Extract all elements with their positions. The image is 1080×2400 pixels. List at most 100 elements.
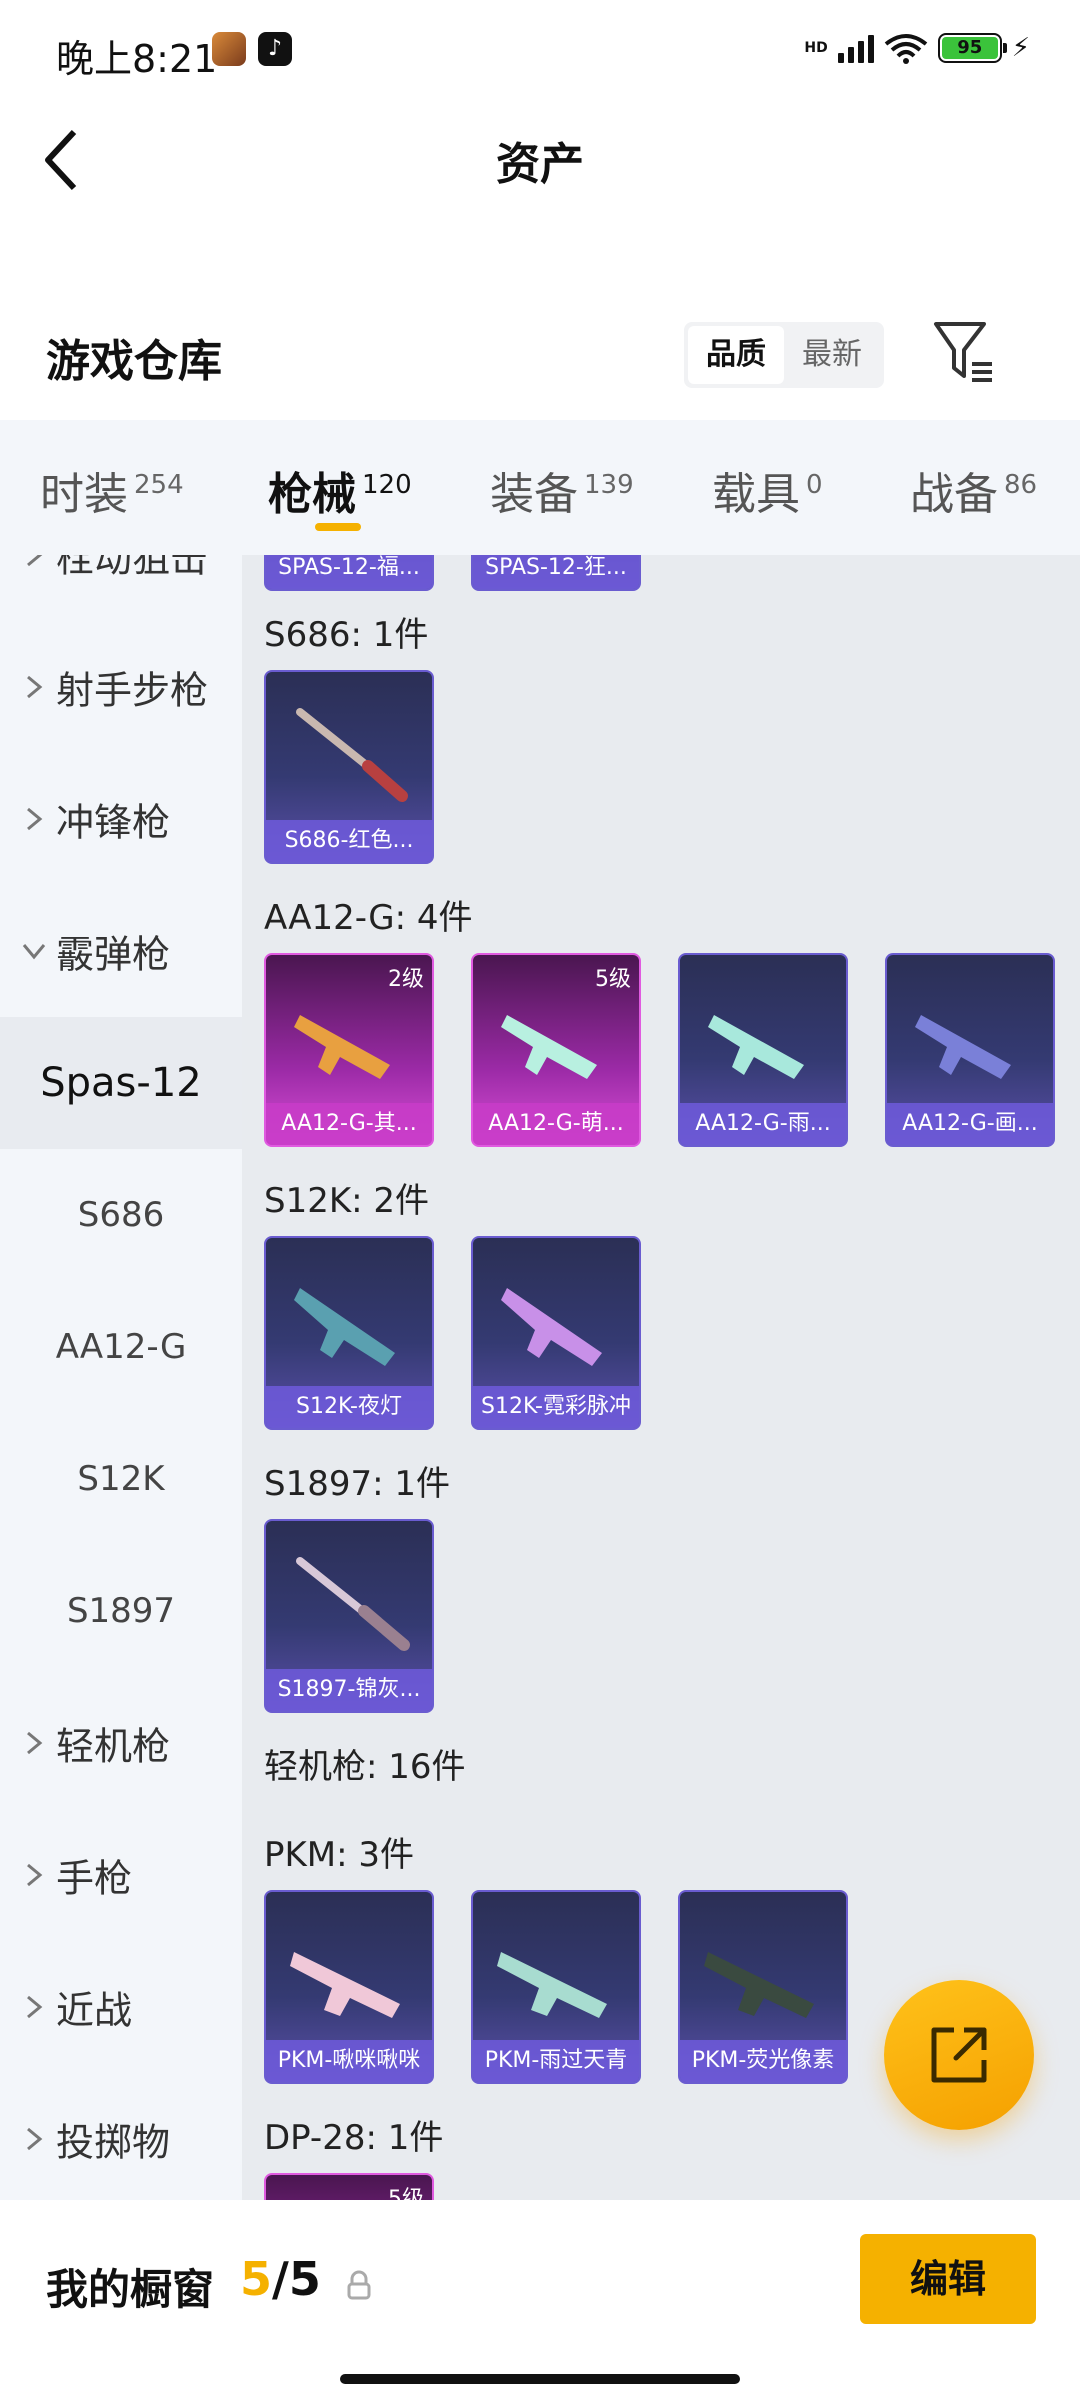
- weapon-card[interactable]: PKM-荧光像素: [678, 1890, 848, 2084]
- weapon-card[interactable]: AA12-G-雨...: [678, 953, 848, 1147]
- weapon-card-label: S12K-夜灯: [266, 1386, 432, 1428]
- weapon-card-label: PKM-雨过天青: [473, 2040, 639, 2082]
- tab-battle-gear[interactable]: 战备 86: [910, 458, 1037, 522]
- tab-count: 254: [134, 470, 184, 500]
- sidebar-item-shotgun[interactable]: 霰弹枪: [0, 885, 242, 1017]
- sidebar-item-melee[interactable]: 近战: [0, 1941, 242, 2073]
- section-title: S686: 1件: [264, 615, 429, 655]
- sidebar-item-smg[interactable]: 冲锋枪: [0, 753, 242, 885]
- sidebar-item-spas-12[interactable]: Spas-12: [0, 1017, 242, 1149]
- sort-toggle: 品质 最新: [684, 322, 884, 388]
- active-tab-indicator: [315, 523, 361, 531]
- section-title: DP-28: 1件: [264, 2118, 444, 2158]
- chevron-right-icon: [27, 1995, 43, 2019]
- weapon-card-label: S12K-霓彩脉冲: [473, 1386, 639, 1428]
- warehouse-title: 游戏仓库: [46, 336, 222, 387]
- weapon-grid: SPAS-12-福... SPAS-12-狂... S686: 1件 S686-…: [242, 555, 1080, 2200]
- edit-button[interactable]: 编辑: [860, 2234, 1036, 2324]
- section-title: 轻机枪: 16件: [264, 1747, 466, 1787]
- showcase-label: 我的橱窗: [46, 2265, 215, 2314]
- share-button[interactable]: [884, 1980, 1034, 2130]
- tab-fashion[interactable]: 时装 254: [40, 458, 184, 522]
- sidebar-item-s12k[interactable]: S12K: [0, 1413, 242, 1545]
- sidebar-item-label: S12K: [77, 1459, 165, 1499]
- sidebar-item-s686[interactable]: S686: [0, 1149, 242, 1281]
- weapon-card[interactable]: SPAS-12-狂...: [471, 555, 641, 591]
- section-title: S1897: 1件: [264, 1464, 451, 1504]
- chevron-right-icon: [27, 807, 43, 831]
- section-title: S12K: 2件: [264, 1181, 430, 1221]
- weapon-card[interactable]: PKM-雨过天青: [471, 1890, 641, 2084]
- showcase-total: 5: [288, 2252, 321, 2306]
- weapon-card-label: AA12-G-其...: [266, 1103, 432, 1145]
- weapon-image: [497, 1952, 607, 2018]
- home-indicator: [340, 2374, 740, 2384]
- section-title: PKM: 3件: [264, 1835, 415, 1875]
- sidebar-item-lmg[interactable]: 轻机枪: [0, 1677, 242, 1809]
- tab-count: 86: [1004, 470, 1038, 500]
- weapon-image: [501, 1015, 597, 1079]
- tab-label: 战备: [910, 469, 998, 520]
- weapon-card[interactable]: S1897-锦灰...: [264, 1519, 434, 1713]
- showcase-current: 5: [240, 2252, 273, 2306]
- tab-count: 139: [584, 470, 634, 500]
- weapon-image: [296, 708, 408, 802]
- weapon-card-label: AA12-G-萌...: [473, 1103, 639, 1145]
- weapon-card-label: SPAS-12-狂...: [473, 555, 639, 589]
- weapon-image: [296, 1557, 410, 1651]
- sidebar-item-label: 近战: [56, 1988, 133, 2033]
- weapon-image: [915, 1015, 1011, 1079]
- weapon-card-label: AA12-G-雨...: [680, 1103, 846, 1145]
- weapon-card-label: AA12-G-画...: [887, 1103, 1053, 1145]
- weapon-card[interactable]: S12K-夜灯: [264, 1236, 434, 1430]
- wifi-icon: [884, 34, 927, 64]
- weapon-card[interactable]: AA12-G-画...: [885, 953, 1055, 1147]
- filter-icon[interactable]: [932, 318, 996, 388]
- chevron-right-icon: [27, 2127, 43, 2151]
- tab-vehicles[interactable]: 载具 0: [712, 458, 823, 522]
- weapon-card[interactable]: PKM-啾咪啾咪: [264, 1890, 434, 2084]
- sidebar-item-label: Spas-12: [40, 1060, 202, 1106]
- sort-quality-button[interactable]: 品质: [688, 326, 784, 384]
- sidebar-item-s1897[interactable]: S1897: [0, 1545, 242, 1677]
- weapon-image: [708, 1015, 804, 1079]
- weapon-card[interactable]: 5级: [264, 2173, 434, 2200]
- sort-latest-button[interactable]: 最新: [784, 326, 880, 384]
- showcase-bar: 我的橱窗 5/5 编辑: [0, 2200, 1080, 2400]
- chevron-right-icon: [27, 1863, 43, 1887]
- section-title: AA12-G: 4件: [264, 898, 473, 938]
- tab-count: 0: [806, 470, 823, 500]
- sidebar-item-marksman-rifle[interactable]: 射手步枪: [0, 621, 242, 753]
- tab-label: 载具: [712, 469, 800, 520]
- status-time: 晚上8:21: [56, 37, 218, 81]
- weapon-card-label: S686-红色...: [266, 820, 432, 862]
- weapon-card[interactable]: S12K-霓彩脉冲: [471, 1236, 641, 1430]
- sidebar-item-label: 栓动狙击: [56, 555, 209, 581]
- status-indicators: HD 95 ⚡: [804, 32, 1030, 64]
- weapon-image: [294, 1015, 390, 1079]
- sidebar-item-bolt-action-sniper[interactable]: 栓动狙击: [0, 555, 242, 621]
- weapon-card[interactable]: SPAS-12-福...: [264, 555, 434, 591]
- tab-firearms[interactable]: 枪械 120: [268, 458, 412, 522]
- weapon-card-label: SPAS-12-福...: [266, 555, 432, 589]
- weapon-card[interactable]: 2级 AA12-G-其...: [264, 953, 434, 1147]
- sidebar-item-pistol[interactable]: 手枪: [0, 1809, 242, 1941]
- sidebar-item-label: 霰弹枪: [56, 932, 171, 977]
- weapon-card-label: S1897-锦灰...: [266, 1669, 432, 1711]
- tab-label: 装备: [490, 469, 578, 520]
- category-tabs: 时装 254 枪械 120 装备 139 载具 0 战备 86: [0, 420, 1080, 555]
- page-title: 资产: [496, 139, 584, 190]
- weapon-card[interactable]: S686-红色...: [264, 670, 434, 864]
- chevron-down-icon: [22, 944, 46, 960]
- weapon-card-label: PKM-荧光像素: [680, 2040, 846, 2082]
- tab-equipment[interactable]: 装备 139: [490, 458, 634, 522]
- sidebar-item-aa12-g[interactable]: AA12-G: [0, 1281, 242, 1413]
- status-bar: 晚上8:21 ♪ HD 95 ⚡: [0, 0, 1080, 100]
- sidebar-item-label: 冲锋枪: [56, 800, 171, 845]
- weapon-card[interactable]: 5级 AA12-G-萌...: [471, 953, 641, 1147]
- sidebar-item-throwable[interactable]: 投掷物: [0, 2073, 242, 2200]
- weapon-image: [704, 1952, 814, 2018]
- sidebar-item-label: 手枪: [56, 1856, 133, 1901]
- sidebar-item-label: S686: [77, 1195, 165, 1235]
- lock-icon: [347, 2270, 371, 2300]
